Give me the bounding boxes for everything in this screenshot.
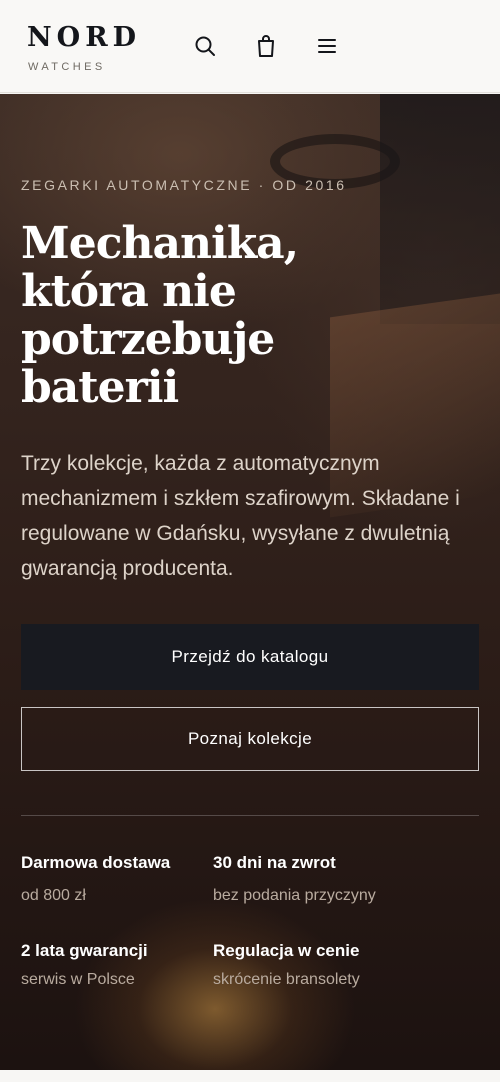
feature-adjustment: Regulacja w cenie skrócenie bransolety — [213, 941, 403, 989]
collections-button[interactable]: Poznaj kolekcje — [21, 707, 479, 771]
feature-warranty: 2 lata gwarancji serwis w Polsce — [21, 941, 211, 989]
feature-subtitle: serwis w Polsce — [21, 971, 135, 988]
feature-subtitle: od 800 zł — [21, 887, 86, 904]
brand-logo[interactable]: NORD WATCHES — [27, 22, 141, 73]
page-bottom — [0, 1070, 500, 1082]
divider — [21, 815, 479, 816]
feature-subtitle: bez podania przyczyny — [213, 887, 376, 904]
hero-eyebrow: ZEGARKI AUTOMATYCZNE · OD 2016 — [21, 177, 347, 193]
brand-tagline: WATCHES — [28, 61, 106, 73]
feature-free-shipping: Darmowa dostawa od 800 zł — [21, 853, 211, 905]
hero-headline: Mechanika, która nie potrzebuje baterii — [21, 220, 481, 412]
search-icon[interactable] — [192, 33, 218, 59]
feature-title: Darmowa dostawa — [21, 853, 171, 872]
feature-subtitle: skrócenie bransolety — [213, 971, 360, 988]
feature-title: Regulacja w cenie — [213, 941, 360, 960]
headline-line: Mechanika, — [21, 218, 299, 269]
hero-lead: Trzy kolekcje, każda z automatycznym mec… — [21, 452, 460, 580]
headline-line: potrzebuje — [21, 314, 275, 365]
feature-returns: 30 dni na zwrot bez podania przyczyny — [213, 853, 403, 905]
headline-line: baterii — [21, 362, 179, 413]
brand-name: NORD — [27, 22, 142, 53]
hero-section: ZEGARKI AUTOMATYCZNE · OD 2016 Mechanika… — [0, 94, 500, 1070]
catalog-button[interactable]: Przejdź do katalogu — [21, 624, 479, 690]
site-header: NORD WATCHES — [0, 0, 500, 93]
headline-line: która nie — [21, 266, 237, 317]
feature-title: 2 lata gwarancji — [21, 941, 148, 960]
feature-title: 30 dni na zwrot — [213, 853, 336, 872]
bag-icon[interactable] — [253, 33, 279, 59]
menu-icon[interactable] — [314, 33, 340, 59]
